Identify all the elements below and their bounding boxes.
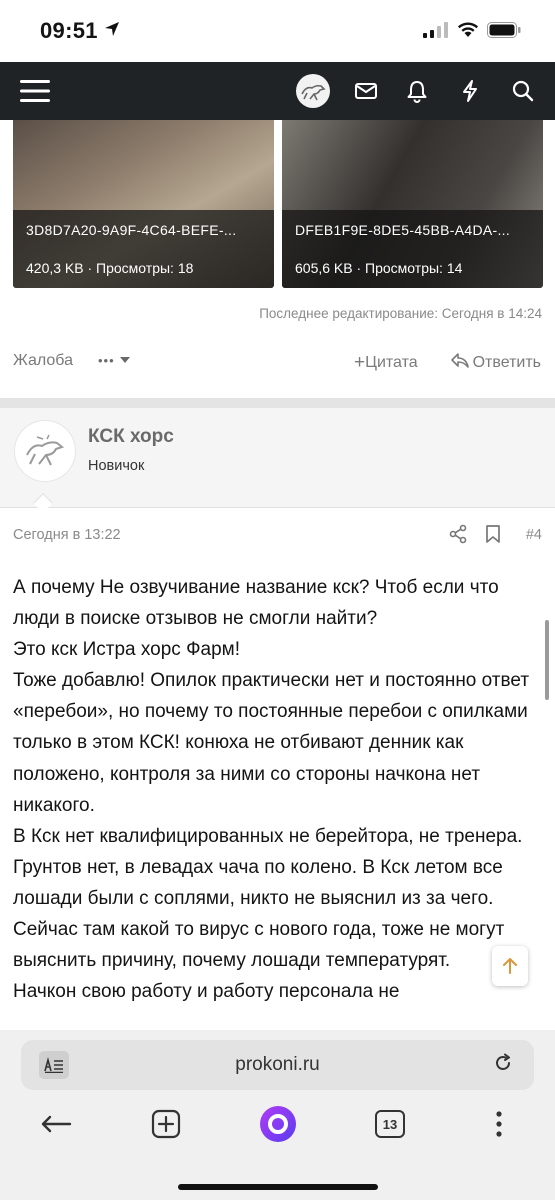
back-arrow-icon[interactable]	[36, 1104, 76, 1144]
lightning-bolt-icon[interactable]	[455, 76, 485, 106]
post-actions-bar: Жалоба ••• +Цитата Ответить	[0, 348, 555, 378]
last-edit-note: Последнее редактирование: Сегодня в 14:2…	[259, 306, 542, 321]
post-body: А почему Не озвучивание название кск? Чт…	[13, 572, 545, 1007]
browser-toolbar: prokoni.ru 13	[0, 1030, 555, 1200]
scrollbar[interactable]	[545, 620, 549, 700]
reply-button[interactable]: Ответить	[450, 352, 541, 373]
thread-content: 3D8D7A20-9A9F-4C64-BEFE-... 420,3 KB · П…	[0, 120, 555, 1030]
author-avatar[interactable]	[14, 420, 76, 482]
cellular-signal-icon	[423, 22, 449, 43]
post-author-block: КСК хорс Новичок	[0, 408, 555, 513]
attachment-thumbnail[interactable]: 3D8D7A20-9A9F-4C64-BEFE-... 420,3 KB · П…	[13, 120, 274, 288]
post-separator	[0, 398, 555, 408]
more-menu-icon[interactable]	[484, 1104, 514, 1144]
address-bar[interactable]: prokoni.ru	[21, 1040, 534, 1090]
reply-label: Ответить	[472, 353, 541, 371]
caret-down-icon	[119, 351, 131, 369]
post-paragraph: А почему Не озвучивание название кск? Чт…	[13, 577, 499, 630]
post-number[interactable]: #4	[526, 527, 542, 543]
attachment-filename: 3D8D7A20-9A9F-4C64-BEFE-...	[26, 222, 237, 238]
reload-icon[interactable]	[492, 1052, 514, 1079]
attachment-meta: 605,6 KB · Просмотры: 14	[295, 260, 463, 276]
inbox-envelope-icon[interactable]	[351, 76, 381, 106]
post-meta-bar: Сегодня в 13:22 #4	[0, 516, 555, 556]
report-link[interactable]: Жалоба	[13, 352, 73, 370]
new-tab-icon[interactable]	[146, 1104, 186, 1144]
post-paragraph: Начкон свою работу и работу персонала не	[13, 981, 400, 1003]
attachment-thumbnail[interactable]: DFEB1F9E-8DE5-45BB-A4DA-... 605,6 KB · П…	[282, 120, 543, 288]
more-actions-button[interactable]: •••	[98, 351, 131, 369]
status-bar: 09:51	[0, 0, 555, 62]
location-arrow-icon	[104, 21, 120, 42]
attachment-filename: DFEB1F9E-8DE5-45BB-A4DA-...	[295, 222, 511, 238]
quote-button[interactable]: +Цитата	[354, 352, 418, 374]
reply-arrow-icon	[450, 352, 469, 373]
battery-icon	[487, 22, 521, 43]
bookmark-icon[interactable]	[484, 524, 502, 549]
search-icon[interactable]	[508, 76, 538, 106]
bell-icon[interactable]	[402, 76, 432, 106]
url-text: prokoni.ru	[235, 1054, 320, 1075]
home-indicator	[178, 1184, 378, 1190]
hamburger-menu-icon[interactable]	[20, 76, 50, 106]
post-paragraph: Это кск Истра хорс Фарм!	[13, 639, 240, 661]
plus-icon: +	[354, 352, 366, 373]
author-user-title: Новичок	[88, 458, 145, 474]
post-paragraph: Тоже добавлю! Опилок практически нет и п…	[13, 670, 530, 816]
user-avatar[interactable]	[296, 74, 330, 108]
wifi-icon	[457, 22, 479, 43]
share-icon[interactable]	[448, 524, 468, 549]
alice-assistant-icon[interactable]	[256, 1104, 300, 1144]
tabs-button[interactable]: 13	[370, 1104, 410, 1144]
status-time: 09:51	[40, 18, 98, 43]
author-name[interactable]: КСК хорс	[88, 426, 174, 448]
post-paragraph: В Кск нет квалифицированных не берейтора…	[13, 825, 523, 972]
attachment-meta: 420,3 KB · Просмотры: 18	[26, 260, 194, 276]
scroll-to-top-button[interactable]	[492, 946, 528, 986]
tabs-count: 13	[375, 1110, 405, 1138]
app-navbar	[0, 62, 555, 120]
post-date[interactable]: Сегодня в 13:22	[13, 527, 121, 543]
more-label: •••	[98, 352, 115, 368]
quote-label: Цитата	[365, 354, 418, 371]
